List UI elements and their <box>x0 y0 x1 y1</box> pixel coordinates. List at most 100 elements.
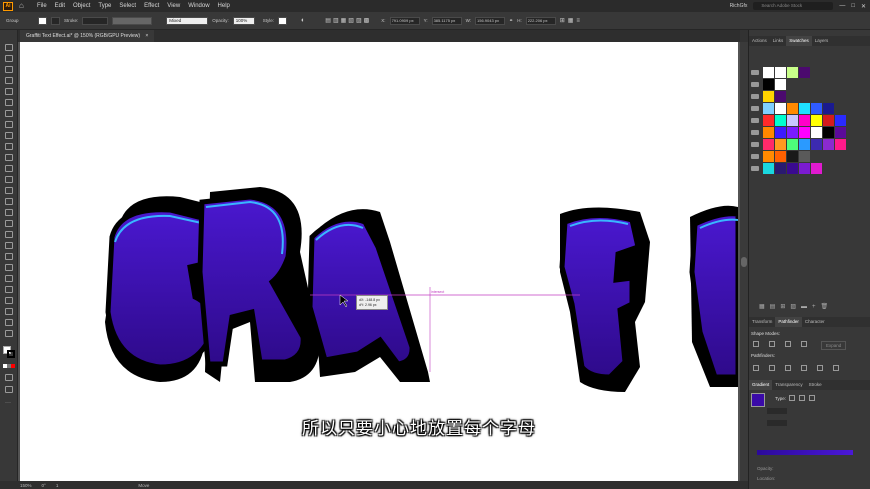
color-swatch[interactable] <box>787 150 798 162</box>
artboard-number[interactable]: 1 <box>56 483 59 488</box>
menu-view[interactable]: View <box>167 3 180 9</box>
x-field[interactable]: 791.0909 px <box>389 16 420 25</box>
close-tab-icon[interactable]: × <box>145 33 148 39</box>
color-swatch[interactable] <box>811 126 822 138</box>
color-swatch[interactable] <box>775 138 786 150</box>
color-swatch[interactable] <box>763 138 774 150</box>
artboard-tool-icon[interactable] <box>5 297 13 304</box>
swatch-group-folder-icon[interactable] <box>751 81 759 87</box>
more-tools-icon[interactable]: ··· <box>5 400 11 406</box>
menu-window[interactable]: Window <box>188 3 209 9</box>
screen-mode-icon[interactable] <box>5 386 13 393</box>
swatch-group-folder-icon[interactable] <box>751 165 759 171</box>
recolor-icon[interactable]: ◐ <box>301 17 305 24</box>
minimize-icon[interactable]: — <box>839 3 845 9</box>
trim-icon[interactable] <box>769 365 775 371</box>
eraser-tool-icon[interactable] <box>5 154 13 161</box>
minus-back-icon[interactable] <box>833 365 839 371</box>
color-swatch[interactable] <box>775 150 786 162</box>
tab-pathfinder[interactable]: Pathfinder <box>775 317 802 327</box>
search-stock-input[interactable]: Search Adobe Stock <box>753 2 834 10</box>
tab-actions[interactable]: Actions <box>749 36 770 46</box>
graphic-style-swatch[interactable] <box>278 16 288 25</box>
eyedropper-tool-icon[interactable] <box>5 253 13 260</box>
draw-mode-icon[interactable] <box>5 374 13 381</box>
radial-gradient-icon[interactable] <box>799 395 805 401</box>
stroke-swatch[interactable] <box>51 16 60 25</box>
swatch-group-folder-icon[interactable] <box>751 93 759 99</box>
color-swatch[interactable] <box>823 102 834 114</box>
swatch-group-folder-icon[interactable] <box>751 129 759 135</box>
blend-mode-select[interactable]: Mixed <box>166 16 209 25</box>
color-swatch[interactable] <box>835 126 846 138</box>
user-name[interactable]: RichGfx <box>730 3 748 9</box>
type-tool-icon[interactable] <box>5 99 13 106</box>
color-swatch[interactable] <box>835 138 846 150</box>
maximize-icon[interactable]: □ <box>851 3 855 9</box>
unite-icon[interactable] <box>753 341 759 347</box>
intersect-icon[interactable] <box>785 341 791 347</box>
color-swatch[interactable] <box>787 126 798 138</box>
color-swatch[interactable] <box>787 138 798 150</box>
expand-button[interactable]: Expand <box>821 341 847 350</box>
tab-stroke[interactable]: Stroke <box>806 380 825 390</box>
home-icon[interactable]: ⌂ <box>19 1 29 11</box>
rectangle-tool-icon[interactable] <box>5 121 13 128</box>
color-swatch[interactable] <box>775 102 786 114</box>
color-swatch[interactable] <box>775 114 786 126</box>
align-icons[interactable]: ▤▥▦▧▨▩ <box>325 17 371 24</box>
free-transform-tool-icon[interactable] <box>5 198 13 205</box>
linear-gradient-icon[interactable] <box>789 395 795 401</box>
color-swatch[interactable] <box>799 126 810 138</box>
stroke-color-icon[interactable] <box>7 350 15 358</box>
rotation-value[interactable]: 0° <box>42 483 46 488</box>
swatch-panel-buttons[interactable]: ▦▤⊞▨▬+🗑 <box>759 303 833 310</box>
tab-transform[interactable]: Transform <box>749 317 775 327</box>
link-icon[interactable]: ⚭ <box>509 18 513 24</box>
color-swatch[interactable] <box>787 162 798 174</box>
color-swatch[interactable] <box>763 66 774 78</box>
w-field[interactable]: 156.9043 px <box>475 16 505 25</box>
line-tool-icon[interactable] <box>5 110 13 117</box>
color-swatch[interactable] <box>799 102 810 114</box>
color-swatch[interactable] <box>823 114 834 126</box>
scale-tool-icon[interactable] <box>5 176 13 183</box>
merge-icon[interactable] <box>785 365 791 371</box>
swatch-group-folder-icon[interactable] <box>751 69 759 75</box>
color-swatch[interactable] <box>811 138 822 150</box>
color-swatch[interactable] <box>763 114 774 126</box>
minus-front-icon[interactable] <box>769 341 775 347</box>
shaper-tool-icon[interactable] <box>5 143 13 150</box>
color-swatch[interactable] <box>823 138 834 150</box>
color-swatch[interactable] <box>763 78 774 90</box>
symbol-sprayer-tool-icon[interactable] <box>5 275 13 282</box>
vertical-scrollbar[interactable] <box>740 42 748 481</box>
fill-swatch[interactable] <box>38 16 47 25</box>
hand-tool-icon[interactable] <box>5 319 13 326</box>
color-swatch[interactable] <box>775 66 786 78</box>
menu-effect[interactable]: Effect <box>144 3 159 9</box>
swatch-group-folder-icon[interactable] <box>751 141 759 147</box>
menu-file[interactable]: File <box>37 3 47 9</box>
color-swatch[interactable] <box>811 114 822 126</box>
freeform-gradient-icon[interactable] <box>809 395 815 401</box>
tab-layers[interactable]: Layers <box>812 36 832 46</box>
gradient-tool-icon[interactable] <box>5 242 13 249</box>
swatch-group-folder-icon[interactable] <box>751 117 759 123</box>
h-field[interactable]: 222.206 px <box>525 16 556 25</box>
color-swatch[interactable] <box>799 66 810 78</box>
zoom-tool-icon[interactable] <box>5 330 13 337</box>
color-swatch[interactable] <box>835 114 846 126</box>
swatch-group-folder-icon[interactable] <box>751 105 759 111</box>
color-swatch[interactable] <box>763 126 774 138</box>
color-mode-icons[interactable] <box>3 364 15 368</box>
color-swatch[interactable] <box>811 102 822 114</box>
tab-links[interactable]: Links <box>770 36 787 46</box>
gradient-slider[interactable] <box>757 450 853 455</box>
color-swatch[interactable] <box>799 150 810 162</box>
divide-icon[interactable] <box>753 365 759 371</box>
rotate-tool-icon[interactable] <box>5 165 13 172</box>
swatch-group-folder-icon[interactable] <box>751 153 759 159</box>
gradient-aspect-field[interactable] <box>767 420 787 426</box>
pen-tool-icon[interactable] <box>5 77 13 84</box>
